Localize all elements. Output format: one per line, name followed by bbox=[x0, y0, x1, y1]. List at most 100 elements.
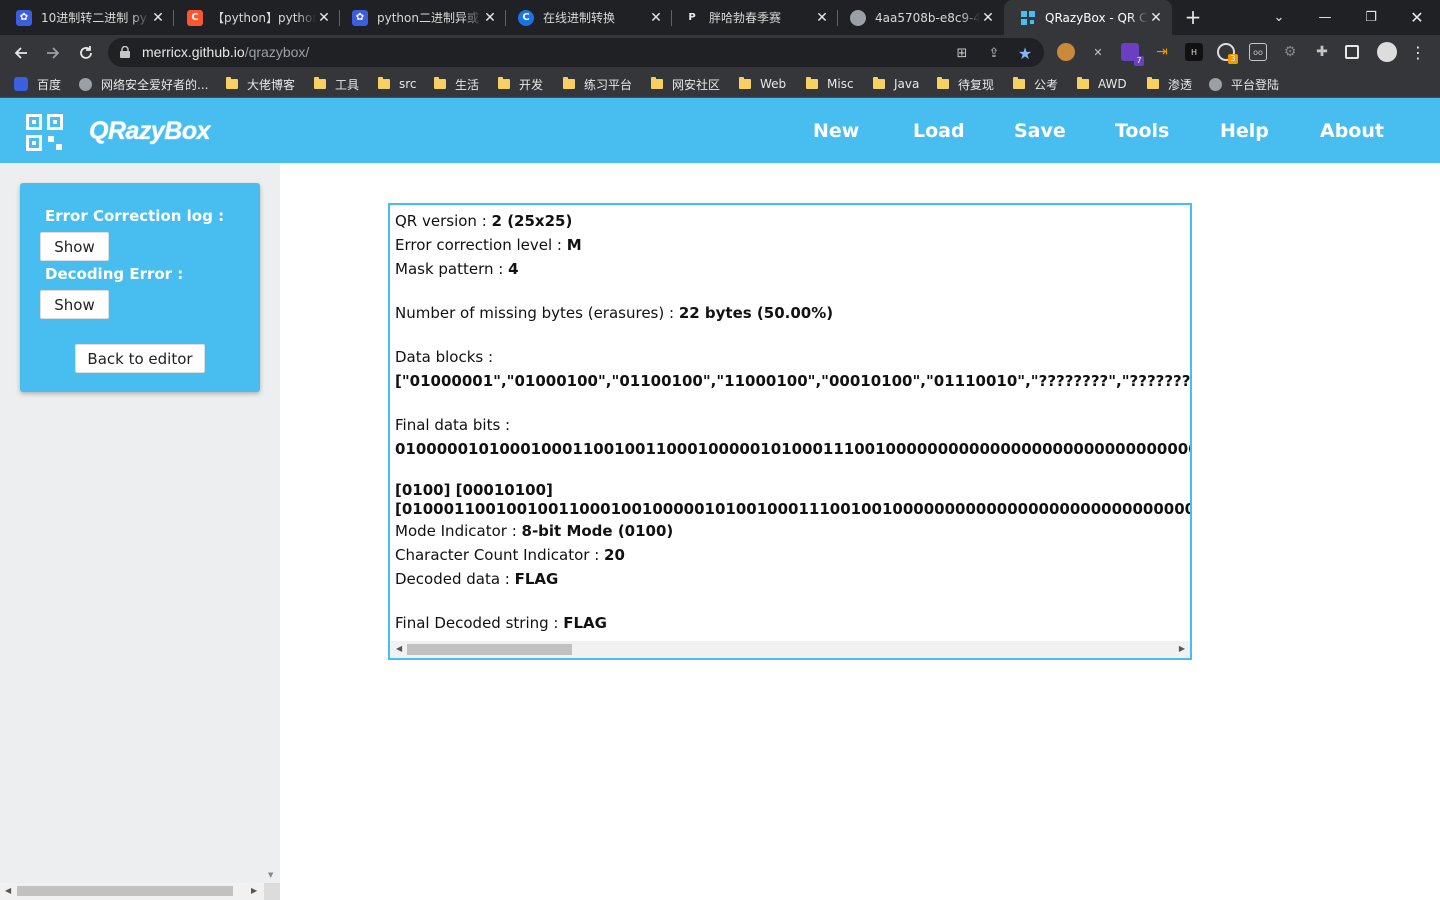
gear-icon[interactable]: ⚙ bbox=[1281, 43, 1299, 61]
menu-new[interactable]: New bbox=[813, 120, 859, 142]
decoding-error-label: Decoding Error : bbox=[45, 265, 184, 283]
final-decoded-string-line: Final Decoded string : FLAG bbox=[395, 611, 1190, 635]
window-close-icon[interactable]: ✕ bbox=[1394, 0, 1440, 35]
close-icon[interactable]: ✕ bbox=[648, 10, 664, 26]
bookmark-item[interactable]: 百度 bbox=[14, 75, 61, 93]
scroll-down-arrow-icon[interactable]: ▼ bbox=[268, 871, 273, 879]
scroll-left-arrow-icon[interactable]: ◀ bbox=[396, 644, 402, 653]
browser-tab[interactable]: ✿ python二进制异或 ✕ bbox=[336, 0, 506, 35]
p-icon: P bbox=[688, 12, 696, 23]
decode-result-box[interactable]: QR version : 2 (25x25) Error correction … bbox=[388, 203, 1192, 660]
bookmark-folder[interactable]: 公考 bbox=[1013, 75, 1058, 93]
bookmark-folder[interactable]: 待复现 bbox=[937, 75, 994, 93]
restore-icon[interactable]: ❐ bbox=[1348, 0, 1394, 35]
bookmark-label: 开发 bbox=[519, 77, 544, 92]
share-icon[interactable]: ⇪ bbox=[985, 44, 1003, 62]
reload-icon[interactable] bbox=[73, 40, 99, 66]
bookmark-label: 练习平台 bbox=[584, 77, 633, 92]
minimize-icon[interactable]: — bbox=[1302, 0, 1348, 35]
result-horizontal-scrollbar[interactable]: ◀ ▶ bbox=[390, 641, 1190, 658]
tab-title: 4aa5708b-e8c9-4 bbox=[875, 10, 980, 25]
bookmark-folder[interactable]: 生活 bbox=[434, 75, 479, 93]
menu-about[interactable]: About bbox=[1320, 120, 1384, 142]
bookmark-label: 渗透 bbox=[1168, 77, 1193, 92]
bookmark-folder[interactable]: Web bbox=[739, 75, 786, 93]
scroll-right-arrow-icon[interactable]: ▶ bbox=[1179, 644, 1185, 653]
bookmark-label: 工具 bbox=[335, 77, 360, 92]
scrollbar-thumb[interactable] bbox=[17, 886, 233, 896]
sidebar-vertical-scrollbar[interactable]: ▼ bbox=[264, 163, 280, 883]
paw-icon bbox=[14, 77, 28, 91]
menu-load[interactable]: Load bbox=[913, 120, 965, 142]
folder-icon bbox=[563, 77, 575, 89]
qr-logo-icon[interactable] bbox=[26, 114, 63, 151]
close-icon[interactable]: ✕ bbox=[980, 10, 996, 26]
close-icon[interactable]: ✕ bbox=[150, 10, 166, 26]
app-logo-text[interactable]: QRazyBox bbox=[89, 117, 211, 146]
bookmark-star-icon[interactable]: ★ bbox=[1016, 44, 1034, 63]
kebab-menu-icon[interactable]: ⋮ bbox=[1409, 43, 1427, 62]
tab-title: 胖哈勃春季赛 bbox=[709, 11, 782, 25]
field-value: [010001100100100110001001000001010010001… bbox=[395, 500, 1190, 518]
tab-search-icon[interactable]: ⌄ bbox=[1256, 0, 1302, 35]
menu-help[interactable]: Help bbox=[1220, 120, 1269, 142]
mask-pattern-line: Mask pattern : 4 bbox=[395, 257, 1190, 281]
bookmark-item[interactable]: 平台登陆 bbox=[1209, 75, 1279, 93]
browser-tab[interactable]: C 在线进制转换 ✕ bbox=[502, 0, 672, 35]
extension-icon[interactable]: 7 bbox=[1121, 43, 1144, 66]
close-icon[interactable]: ✕ bbox=[316, 10, 332, 26]
bookmark-folder[interactable]: 工具 bbox=[314, 75, 359, 93]
field-value: [0100] [00010100] bbox=[395, 481, 553, 499]
arrow-extension-icon[interactable]: ⇥ bbox=[1153, 43, 1171, 61]
puzzle-icon[interactable]: ✚ bbox=[1313, 43, 1331, 61]
show-decoding-error-button[interactable]: Show bbox=[40, 290, 109, 319]
bookmark-folder[interactable]: 练习平台 bbox=[563, 75, 632, 93]
close-icon[interactable]: ✕ bbox=[1148, 10, 1164, 26]
new-tab-icon[interactable]: + bbox=[1182, 6, 1204, 28]
close-icon[interactable]: ✕ bbox=[814, 10, 830, 26]
sidepanel-icon[interactable] bbox=[1345, 45, 1359, 59]
browser-tab[interactable]: P 胖哈勃春季赛 ✕ bbox=[668, 0, 838, 35]
sidebar-horizontal-scrollbar[interactable]: ◀ ▶ bbox=[0, 883, 264, 900]
csdn-icon: C bbox=[187, 9, 203, 26]
browser-tab[interactable]: 4aa5708b-e8c9-4 ✕ bbox=[834, 0, 1004, 35]
cookie-icon[interactable] bbox=[1057, 43, 1075, 61]
folder-icon bbox=[739, 77, 751, 89]
field-value: 8-bit Mode (0100) bbox=[521, 522, 674, 540]
avatar[interactable] bbox=[1377, 42, 1397, 62]
scroll-right-arrow-icon[interactable]: ▶ bbox=[251, 886, 257, 895]
glasses-icon[interactable]: oo bbox=[1249, 43, 1267, 61]
show-ec-log-button[interactable]: Show bbox=[40, 232, 109, 261]
browser-tab[interactable]: ✿ 10进制转二进制 py ✕ bbox=[0, 0, 174, 35]
scroll-left-arrow-icon[interactable]: ◀ bbox=[5, 886, 11, 895]
browser-tab[interactable]: C 【python】python ✕ bbox=[171, 0, 340, 35]
field-value: 22 bytes (50.00%) bbox=[678, 304, 834, 322]
address-bar[interactable]: merricx.github.io/qrazybox/ ⊞ ⇪ ★ bbox=[108, 38, 1044, 67]
bookmark-folder[interactable]: 开发 bbox=[498, 75, 543, 93]
bookmark-folder[interactable]: AWD bbox=[1077, 75, 1127, 93]
back-arrow-icon[interactable] bbox=[8, 40, 34, 66]
folder-icon bbox=[806, 77, 818, 89]
lock-icon bbox=[120, 46, 130, 58]
bookmark-folder[interactable]: 渗透 bbox=[1147, 75, 1192, 93]
bookmark-folder[interactable]: Java bbox=[873, 75, 919, 93]
bookmark-folder[interactable]: 大佬博客 bbox=[226, 75, 295, 93]
menu-save[interactable]: Save bbox=[1014, 120, 1066, 142]
scrollbar-thumb[interactable] bbox=[407, 644, 572, 655]
bookmark-item[interactable]: 网络安全爱好者的... bbox=[79, 75, 208, 93]
proxy-icon[interactable]: 3 bbox=[1217, 43, 1238, 64]
back-to-editor-button[interactable]: Back to editor bbox=[75, 344, 205, 373]
field-value: ["01000001","01000100","01100100","11000… bbox=[395, 372, 1190, 390]
bookmark-folder[interactable]: Misc bbox=[806, 75, 854, 93]
x-extension-icon[interactable]: ✕ bbox=[1089, 43, 1107, 61]
bookmark-folder[interactable]: src bbox=[378, 75, 417, 93]
field-label: Number of missing bytes (erasures) : bbox=[395, 304, 679, 322]
translate-icon[interactable]: ⊞ bbox=[953, 44, 971, 62]
hackbar-icon[interactable]: H bbox=[1185, 43, 1203, 61]
browser-tab-active[interactable]: QRazyBox - QR C ✕ bbox=[1004, 0, 1172, 35]
bookmark-folder[interactable]: 网安社区 bbox=[651, 75, 720, 93]
forward-arrow-icon[interactable] bbox=[40, 40, 66, 66]
menu-tools[interactable]: Tools bbox=[1115, 120, 1169, 142]
close-icon[interactable]: ✕ bbox=[482, 10, 498, 26]
c-icon: C bbox=[518, 9, 534, 26]
